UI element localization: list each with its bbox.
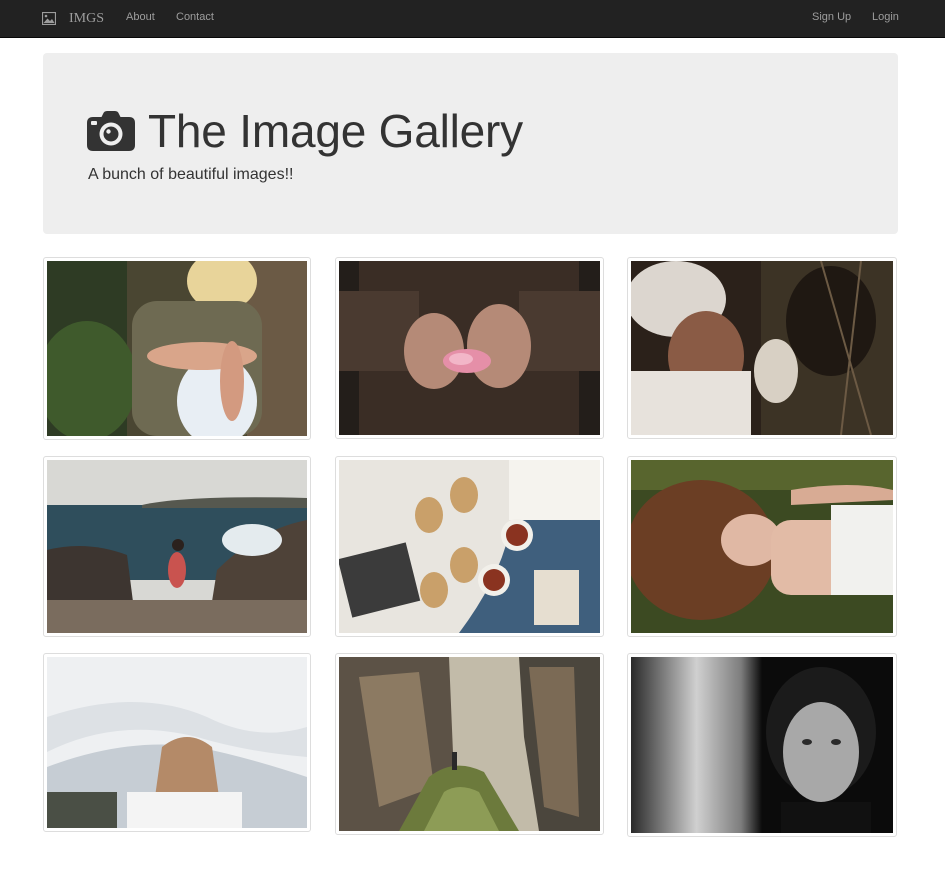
brand-link[interactable]: IMGS: [41, 0, 105, 37]
gallery-thumbnail[interactable]: [627, 456, 897, 637]
gallery-thumbnail[interactable]: [627, 257, 897, 439]
gallery-thumbnail[interactable]: [43, 257, 311, 440]
jumbotron: The Image Gallery A bunch of beautiful i…: [43, 53, 898, 234]
gallery-thumbnail[interactable]: [43, 653, 311, 832]
woman-knit-sweater-rings-image: [47, 261, 307, 436]
nav-link-about[interactable]: About: [126, 0, 155, 37]
hands-holding-pink-flower-image: [339, 261, 600, 435]
hiker-between-cliffs-image: [339, 657, 600, 831]
women-winter-hats-forest-image: [631, 261, 893, 435]
gallery-thumbnail[interactable]: [335, 456, 604, 637]
nav-link-contact[interactable]: Contact: [176, 0, 214, 37]
brand-name: IMGS: [69, 10, 105, 26]
woman-under-white-fabric-image: [47, 657, 307, 828]
gallery-thumbnail[interactable]: [43, 456, 311, 637]
gallery-thumbnail[interactable]: [335, 653, 604, 835]
nav-link-login[interactable]: Login: [872, 0, 899, 37]
girl-on-rocky-seashore-image: [47, 460, 307, 633]
picture-icon: [41, 11, 57, 26]
page-title: The Image Gallery: [87, 103, 523, 159]
gallery-thumbnail[interactable]: [627, 653, 897, 837]
top-navbar: IMGS About Contact Sign Up Login: [0, 0, 945, 38]
tea-and-toast-picnic-flatlay-image: [339, 460, 600, 633]
gallery-thumbnail[interactable]: [335, 257, 604, 439]
page-subtitle: A bunch of beautiful images!!: [88, 166, 294, 183]
woman-lying-in-grass-image: [631, 460, 893, 633]
page-title-text: The Image Gallery: [148, 105, 523, 157]
black-white-portrait-image: [631, 657, 893, 833]
camera-icon: [87, 111, 135, 151]
nav-link-sign-up[interactable]: Sign Up: [812, 0, 851, 37]
